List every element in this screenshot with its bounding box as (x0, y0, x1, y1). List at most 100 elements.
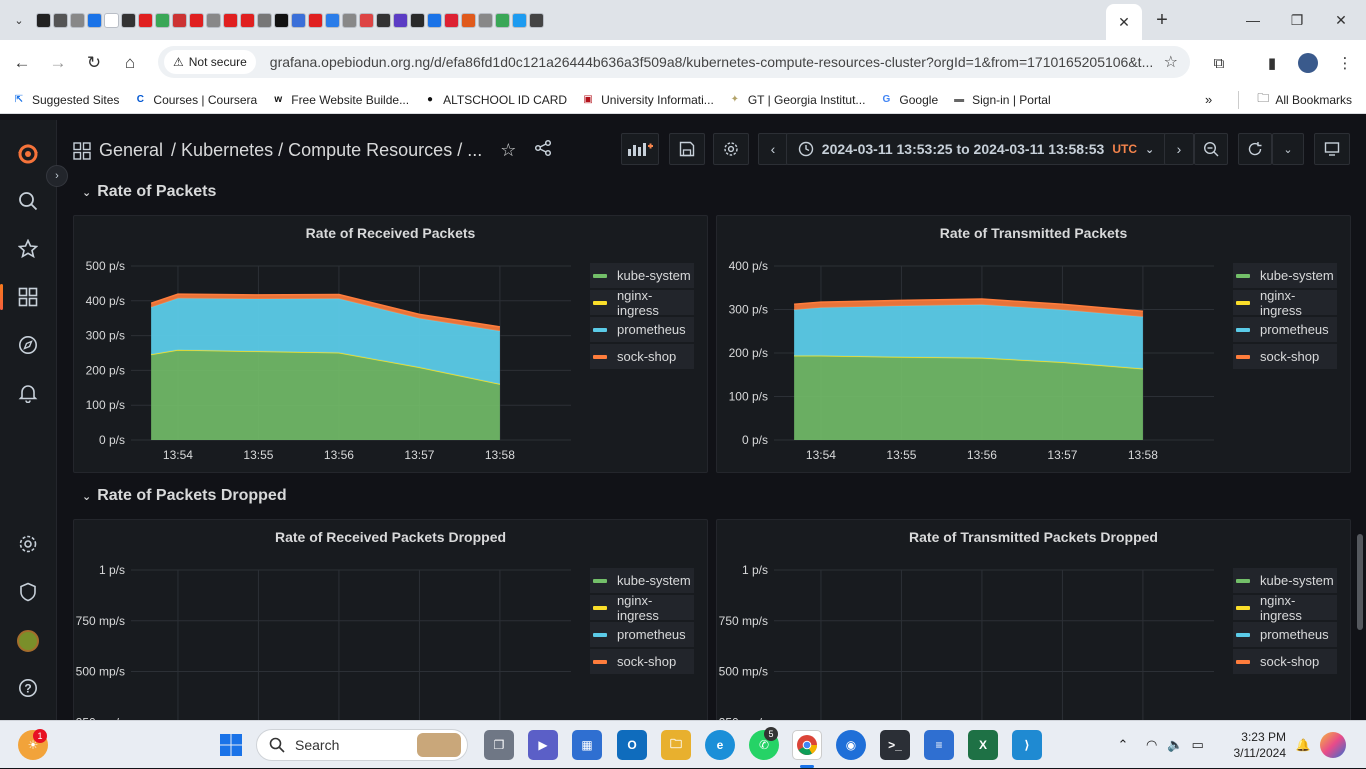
bookmark-item[interactable]: ▬ Sign-in | Portal (952, 93, 1051, 107)
pinned-tab-icon[interactable] (274, 12, 289, 28)
expand-menu-button[interactable]: › (46, 165, 68, 187)
maximize-icon[interactable]: ❐ (1282, 8, 1312, 32)
panel-received-packets-dropped[interactable]: Rate of Received Packets Dropped 250 mp/… (73, 519, 708, 720)
all-bookmarks-button[interactable]: 🗀 All Bookmarks (1257, 89, 1352, 110)
legend-item[interactable]: kube-system (1233, 568, 1337, 593)
row-rate-of-packets[interactable]: ⌄ Rate of Packets (82, 183, 216, 201)
active-tab-close-button[interactable]: ✕ (1106, 4, 1142, 40)
tv-mode-button[interactable] (1314, 133, 1350, 165)
pinned-tab-icon[interactable] (478, 12, 493, 28)
search-icon[interactable] (14, 187, 42, 215)
pinned-tab-icon[interactable] (359, 12, 374, 28)
outlook-icon[interactable]: O (617, 730, 647, 760)
task-view-icon[interactable]: ❐ (484, 730, 514, 760)
bookmark-item[interactable]: ● ALTSCHOOL ID CARD (423, 93, 567, 107)
refresh-interval-dropdown[interactable]: ⌄ (1272, 133, 1304, 165)
add-panel-button[interactable] (621, 133, 659, 165)
pinned-tab-icon[interactable] (121, 12, 136, 28)
minimize-icon[interactable]: — (1238, 8, 1268, 32)
pinned-tab-icon[interactable] (512, 12, 527, 28)
legend-item[interactable]: nginx-ingress (1233, 593, 1337, 623)
pinned-tab-icon[interactable] (342, 12, 357, 28)
reload-button[interactable]: ↻ (78, 47, 110, 79)
pinned-tab-icon[interactable] (291, 12, 306, 28)
zoom-out-button[interactable] (1194, 133, 1228, 165)
save-dashboard-button[interactable] (669, 133, 705, 165)
profile-avatar[interactable] (1293, 48, 1323, 78)
close-window-icon[interactable]: ✕ (1326, 8, 1356, 32)
firefox-icon[interactable]: ◉ (836, 730, 866, 760)
pinned-tab-icon[interactable] (87, 12, 102, 28)
legend-item[interactable]: sock-shop (1233, 649, 1337, 674)
pinned-tab-icon[interactable] (206, 12, 221, 28)
pinned-tab-icon[interactable] (444, 12, 459, 28)
taskbar-search-box[interactable]: Search (256, 729, 468, 761)
pinned-tab-icon[interactable] (223, 12, 238, 28)
more-bookmarks-chevron-icon[interactable]: » (1205, 92, 1212, 107)
legend-item[interactable]: sock-shop (590, 649, 694, 674)
dashboards-icon[interactable] (14, 283, 42, 311)
pinned-tab-icon[interactable] (155, 12, 170, 28)
wifi-icon[interactable]: ◠ (1146, 737, 1157, 753)
help-icon[interactable]: ? (14, 674, 42, 702)
row-rate-of-packets-dropped[interactable]: ⌄ Rate of Packets Dropped (82, 487, 287, 505)
pinned-tab-icon[interactable] (138, 12, 153, 28)
pinned-tab-icon[interactable] (410, 12, 425, 28)
battery-icon[interactable]: ▭ (1192, 737, 1204, 753)
refresh-button[interactable] (1238, 133, 1272, 165)
microsoft-store-icon[interactable]: ▦ (572, 730, 602, 760)
vscode-icon[interactable]: ⟩ (1012, 730, 1042, 760)
address-bar[interactable]: ⚠ Not secure grafana.opebiodun.org.ng/d/… (158, 46, 1190, 78)
volume-icon[interactable]: 🔈 (1167, 737, 1183, 753)
forward-button[interactable]: → (42, 47, 74, 79)
legend-item[interactable]: kube-system (590, 263, 694, 288)
extensions-icon[interactable]: ⧉ (1204, 48, 1234, 78)
settings-gear-icon[interactable] (14, 530, 42, 558)
dashboard-settings-button[interactable] (713, 133, 749, 165)
pinned-tab-icon[interactable] (189, 12, 204, 28)
pinned-tab-icon[interactable] (240, 12, 255, 28)
pinned-tab-icon[interactable] (461, 12, 476, 28)
pinned-tab-icon[interactable] (257, 12, 272, 28)
legend-item[interactable]: nginx-ingress (590, 593, 694, 623)
pinned-tab-icon[interactable] (36, 12, 51, 28)
bookmark-item[interactable]: ✦ GT | Georgia Institut... (728, 93, 866, 107)
legend-item[interactable]: kube-system (1233, 263, 1337, 288)
back-button[interactable]: ← (6, 47, 38, 79)
home-button[interactable]: ⌂ (114, 47, 146, 79)
breadcrumb-dashboard[interactable]: / Kubernetes / Compute Resources / ... (171, 140, 482, 161)
legend-item[interactable]: sock-shop (1233, 344, 1337, 369)
panel-transmitted-packets-dropped[interactable]: Rate of Transmitted Packets Dropped 250 … (716, 519, 1351, 720)
pinned-tab-icon[interactable] (53, 12, 68, 28)
pinned-tab-icon[interactable] (376, 12, 391, 28)
tab-search-button[interactable]: ⌄ (6, 7, 32, 33)
pinned-tab-icon[interactable] (495, 12, 510, 28)
legend-item[interactable]: sock-shop (590, 344, 694, 369)
alerting-bell-icon[interactable] (14, 379, 42, 407)
excel-icon[interactable]: X (968, 730, 998, 760)
explore-icon[interactable] (14, 331, 42, 359)
share-icon[interactable] (534, 139, 552, 162)
pinned-tab-icon[interactable] (308, 12, 323, 28)
edge-icon[interactable]: e (705, 730, 735, 760)
url-text[interactable]: grafana.opebiodun.org.ng/d/efa86fd1d0c12… (270, 54, 1158, 70)
page-scrollbar[interactable] (1357, 534, 1363, 630)
breadcrumb-folder[interactable]: General (99, 140, 163, 161)
starred-icon[interactable] (14, 235, 42, 263)
time-shift-back-button[interactable]: ‹ (758, 133, 788, 165)
legend-item[interactable]: prometheus (590, 622, 694, 647)
file-explorer-icon[interactable]: 🗀 (661, 730, 691, 760)
copilot-icon[interactable] (1320, 732, 1346, 758)
panel-received-packets[interactable]: Rate of Received Packets 0 p/s 100 p/s 200… (73, 215, 708, 473)
pinned-tab-icon[interactable] (393, 12, 408, 28)
teams-chat-icon[interactable]: ▶ (528, 730, 558, 760)
bookmark-star-icon[interactable]: ☆ (1164, 52, 1178, 72)
admin-shield-icon[interactable] (14, 578, 42, 606)
new-tab-button[interactable]: + (1150, 8, 1174, 32)
pinned-tab-icon[interactable] (70, 12, 85, 28)
legend-item[interactable]: nginx-ingress (590, 288, 694, 318)
panel-transmitted-packets[interactable]: Rate of Transmitted Packets 0 p/s 100 p/s… (716, 215, 1351, 473)
legend-item[interactable]: prometheus (1233, 622, 1337, 647)
tray-chevron-up-icon[interactable]: ⌃ (1116, 737, 1130, 753)
favorite-star-icon[interactable]: ☆ (500, 140, 516, 161)
